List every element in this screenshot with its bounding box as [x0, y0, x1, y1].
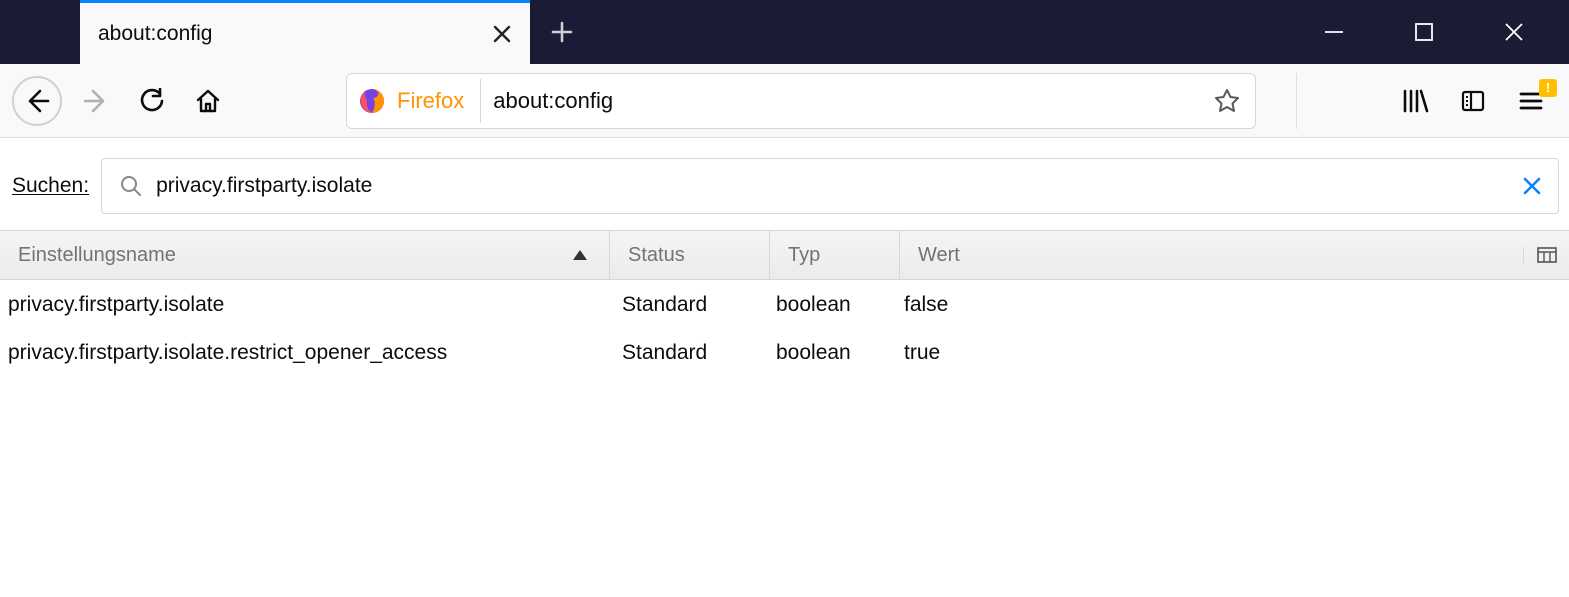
cell-name: privacy.firstparty.isolate	[0, 293, 610, 317]
firefox-logo-icon	[357, 86, 387, 116]
cell-type: boolean	[770, 293, 900, 317]
home-button[interactable]	[180, 73, 236, 129]
cell-value: true	[900, 341, 1569, 365]
table-row[interactable]: privacy.firstparty.isolateStandardboolea…	[0, 280, 1569, 328]
identity-label: Firefox	[397, 88, 464, 114]
table-row[interactable]: privacy.firstparty.isolate.restrict_open…	[0, 328, 1569, 376]
url-text[interactable]: about:config	[493, 88, 1205, 114]
cell-type: boolean	[770, 341, 900, 365]
sidebar-button[interactable]	[1445, 73, 1501, 129]
cell-status: Standard	[610, 341, 770, 365]
column-header-status[interactable]: Status	[610, 231, 770, 279]
about-config-page: Suchen: Einstellungsname Status Typ Wert…	[0, 138, 1569, 597]
column-header-value[interactable]: Wert	[900, 231, 1523, 279]
clear-search-icon[interactable]	[1516, 170, 1548, 202]
column-header-name-label: Einstellungsname	[18, 244, 176, 267]
tab-strip-prefix	[0, 0, 80, 64]
maximize-button[interactable]	[1379, 0, 1469, 64]
column-header-type-label: Typ	[788, 244, 820, 267]
tab-title: about:config	[98, 22, 488, 46]
column-header-value-label: Wert	[918, 244, 960, 267]
cell-value: false	[900, 293, 1569, 317]
config-search-row: Suchen:	[0, 144, 1569, 230]
bookmark-star-icon[interactable]	[1205, 79, 1249, 123]
config-search-input[interactable]	[156, 174, 1516, 198]
close-tab-icon[interactable]	[488, 20, 516, 48]
identity-box[interactable]: Firefox	[357, 79, 481, 123]
cell-status: Standard	[610, 293, 770, 317]
url-bar[interactable]: Firefox about:config	[346, 73, 1256, 129]
reload-button[interactable]	[124, 73, 180, 129]
app-menu-button[interactable]: !	[1503, 73, 1559, 129]
column-header-status-label: Status	[628, 244, 685, 267]
config-search-label: Suchen:	[12, 174, 89, 198]
browser-tab[interactable]: about:config	[80, 0, 530, 64]
window-controls	[1289, 0, 1569, 64]
config-search-box[interactable]	[101, 158, 1559, 214]
new-tab-button[interactable]	[530, 0, 594, 64]
library-button[interactable]	[1387, 73, 1443, 129]
column-header-name[interactable]: Einstellungsname	[0, 231, 610, 279]
column-header-type[interactable]: Typ	[770, 231, 900, 279]
close-window-button[interactable]	[1469, 0, 1559, 64]
titlebar: about:config	[0, 0, 1569, 64]
toolbar-right: !	[1296, 73, 1561, 129]
notification-badge-icon: !	[1539, 79, 1557, 97]
search-icon	[120, 175, 142, 197]
config-table-header: Einstellungsname Status Typ Wert	[0, 230, 1569, 280]
minimize-button[interactable]	[1289, 0, 1379, 64]
navigation-toolbar: Firefox about:config !	[0, 64, 1569, 138]
column-picker-icon[interactable]	[1523, 247, 1569, 263]
cell-name: privacy.firstparty.isolate.restrict_open…	[0, 341, 610, 365]
config-table-body: privacy.firstparty.isolateStandardboolea…	[0, 280, 1569, 597]
forward-button[interactable]	[68, 73, 124, 129]
back-button[interactable]	[12, 76, 62, 126]
